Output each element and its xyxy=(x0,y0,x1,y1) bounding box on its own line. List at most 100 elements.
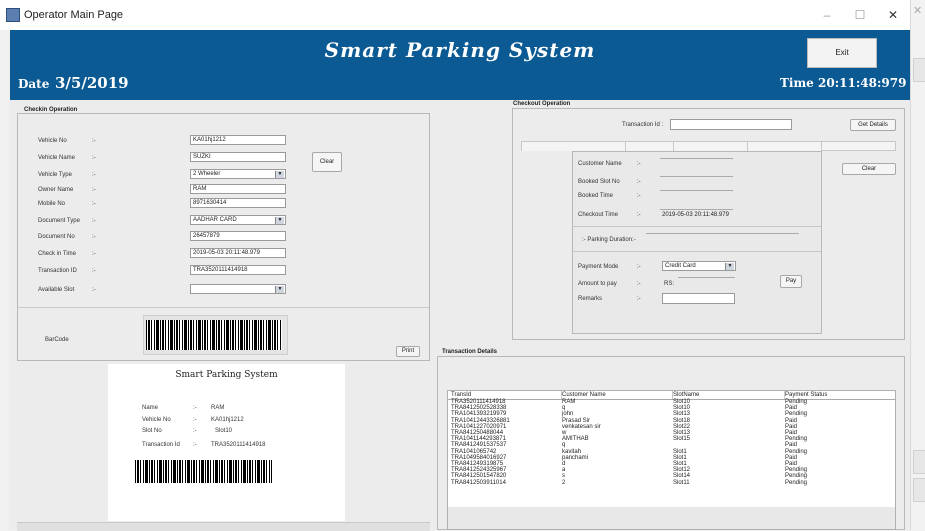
checkin-field-sep: :- xyxy=(92,287,96,293)
checkin-input[interactable]: 2019-05-03 20:11:48.979 xyxy=(190,248,286,258)
pay-button[interactable]: Pay xyxy=(780,275,802,288)
table-cell: Pending xyxy=(785,467,808,474)
checkin-input[interactable]: TRA3520111414918 xyxy=(190,265,286,275)
table-cell: Pending xyxy=(785,411,808,418)
ticket-row-value: TRA3520111414918 xyxy=(211,442,266,448)
ticket-barcode xyxy=(135,460,272,483)
chevron-down-icon[interactable]: ▼ xyxy=(275,217,284,224)
checkin-field-label: Vehicle Name xyxy=(38,155,76,161)
checkout-clear-button[interactable]: Clear xyxy=(842,163,896,175)
chevron-down-icon[interactable]: ▼ xyxy=(275,171,284,178)
table-row[interactable]: TRA8412503911014 2 Slot11 Pending xyxy=(448,479,895,487)
app-header: Smart Parking System Exit Date 3/5/2019 … xyxy=(10,30,910,100)
transaction-details-title: Transaction Details xyxy=(442,349,498,355)
table-cell: d xyxy=(562,461,566,467)
checkin-clear-button[interactable]: Clear xyxy=(312,152,342,172)
table-cell: Pending xyxy=(785,473,808,480)
transaction-table[interactable]: TransId Customer Name SlotName Payment Stat… xyxy=(447,390,896,530)
table-column-header[interactable]: Payment Status xyxy=(785,392,827,398)
checkin-field-label: Document No xyxy=(38,234,75,240)
table-cell: Paid xyxy=(785,442,798,449)
table-row[interactable]: TRA8412491537537 q Paid xyxy=(448,442,895,449)
checkin-input[interactable]: 26457879 xyxy=(190,231,286,241)
background-control xyxy=(913,58,925,82)
table-cell: TRA8412501547820 xyxy=(451,473,507,480)
table-cell: TRA8412524325967 xyxy=(451,467,507,474)
transaction-id-input[interactable] xyxy=(670,119,792,130)
table-row[interactable]: TRA3520111414918 RAM Slot10 Pending xyxy=(448,399,895,406)
background-control xyxy=(913,478,925,502)
maximize-icon[interactable]: ☐ xyxy=(851,6,869,24)
currency-label: RS: xyxy=(664,281,675,287)
ticket-row-value: KA01hj1212 xyxy=(211,417,244,423)
table-row[interactable]: TRA1049584016927 panchami Slot1 Paid xyxy=(448,455,895,462)
table-cell: Pending xyxy=(785,479,808,486)
table-row[interactable]: TRA8412501547820 s Slot14 Pending xyxy=(448,473,895,480)
ticket-row-label: Transaction Id xyxy=(142,442,180,448)
table-row[interactable]: TRA1041065742 kavitah Slot1 Pending xyxy=(448,449,895,456)
checkin-select[interactable]: 2 Wheeler ▼ xyxy=(190,169,286,179)
ticket-row-label: Vehicle No xyxy=(142,417,171,423)
table-cell: Paid xyxy=(785,417,798,424)
checkin-input[interactable]: RAM xyxy=(190,184,286,194)
table-cell: Slot10 xyxy=(673,399,691,405)
get-details-button[interactable]: Get Details xyxy=(850,119,896,131)
divider xyxy=(573,226,821,227)
exit-button[interactable]: Exit xyxy=(807,38,877,68)
print-button[interactable]: Print xyxy=(396,346,420,357)
table-column-header[interactable]: SlotName xyxy=(673,392,699,398)
checkin-select[interactable]: AADHAR CARD ▼ xyxy=(190,215,286,225)
table-cell: TRA841250488044 xyxy=(451,430,504,436)
table-row[interactable]: TRA8412502528338 q Slot10 Paid xyxy=(448,405,895,412)
table-cell: john xyxy=(562,411,574,418)
table-column-header[interactable]: TransId xyxy=(451,392,471,398)
transaction-id-label: Transaction Id : xyxy=(622,122,664,128)
checkin-field-label: Document Type xyxy=(38,218,80,224)
checkin-input[interactable]: 8971630414 xyxy=(190,198,286,208)
table-cell: q xyxy=(562,405,566,412)
ticket-row-label: Slot No xyxy=(142,428,162,434)
ticket-row-sep: :- xyxy=(193,417,197,423)
ticket-row-label: Name xyxy=(142,405,159,411)
booked-slot-sep: :- xyxy=(637,179,641,185)
table-row[interactable]: TRA1041144293871 AMITHAB Slot15 Pending xyxy=(448,436,895,443)
window-title-bar[interactable]: Operator Main Page – ☐ ✕ xyxy=(0,0,910,30)
minimize-icon[interactable]: – xyxy=(818,6,836,24)
table-cell: TRA8412491537537 xyxy=(451,442,507,449)
table-cell: Slot13 xyxy=(673,411,691,418)
table-row[interactable]: TRA1041227020971 venkatesan sir Slot22 Paid xyxy=(448,423,895,431)
table-cell: Slot22 xyxy=(673,423,691,430)
table-column-header[interactable]: Customer Name xyxy=(562,392,606,398)
chevron-down-icon[interactable]: ▼ xyxy=(275,286,284,293)
table-cell: w xyxy=(562,430,567,436)
time-value: 20:11:48:979 xyxy=(818,76,907,90)
table-row[interactable]: TRA1041393219979 john Slot13 Pending xyxy=(448,411,895,418)
table-row[interactable]: TRA8412524325967 a Slot12 Pending xyxy=(448,467,895,474)
table-row[interactable]: TRA841250488044 w Slot13 Paid xyxy=(448,430,895,437)
table-row[interactable]: TRA841249319875 d Slot1 Paid xyxy=(448,461,895,468)
table-cell: TRA841249319875 xyxy=(451,461,504,467)
checkin-field-label: Available Slot xyxy=(38,287,75,293)
checkin-select[interactable]: ▼ xyxy=(190,284,286,294)
close-icon[interactable]: ✕ xyxy=(884,6,902,24)
payment-mode-select[interactable]: Credit Card ▼ xyxy=(662,261,736,271)
checkin-input[interactable]: KA01hj1212 xyxy=(190,135,286,145)
table-cell: venkatesan sir xyxy=(562,423,601,430)
amount-sep: :- xyxy=(637,281,641,287)
remarks-label: Remarks xyxy=(578,296,603,302)
checkin-field-sep: :- xyxy=(92,201,96,207)
table-cell: TRA10412443326881 xyxy=(451,417,510,424)
table-cell: RAM xyxy=(562,399,576,405)
date-label: Date xyxy=(18,77,50,91)
checkin-input[interactable]: SUZKI xyxy=(190,152,286,162)
table-cell: Slot12 xyxy=(673,467,691,474)
table-row[interactable]: TRA10412443326881 Prasad Sir Slot18 Paid xyxy=(448,417,895,425)
checkin-field-sep: :- xyxy=(92,268,96,274)
table-cell: TRA1041144293871 xyxy=(451,436,506,443)
table-cell: s xyxy=(562,473,565,480)
remarks-input[interactable] xyxy=(662,293,735,304)
transaction-table-header xyxy=(448,391,895,400)
chevron-down-icon[interactable]: ▼ xyxy=(725,263,734,270)
customer-name-sep: :- xyxy=(637,161,641,167)
table-cell: TRA1041393219979 xyxy=(451,411,507,418)
